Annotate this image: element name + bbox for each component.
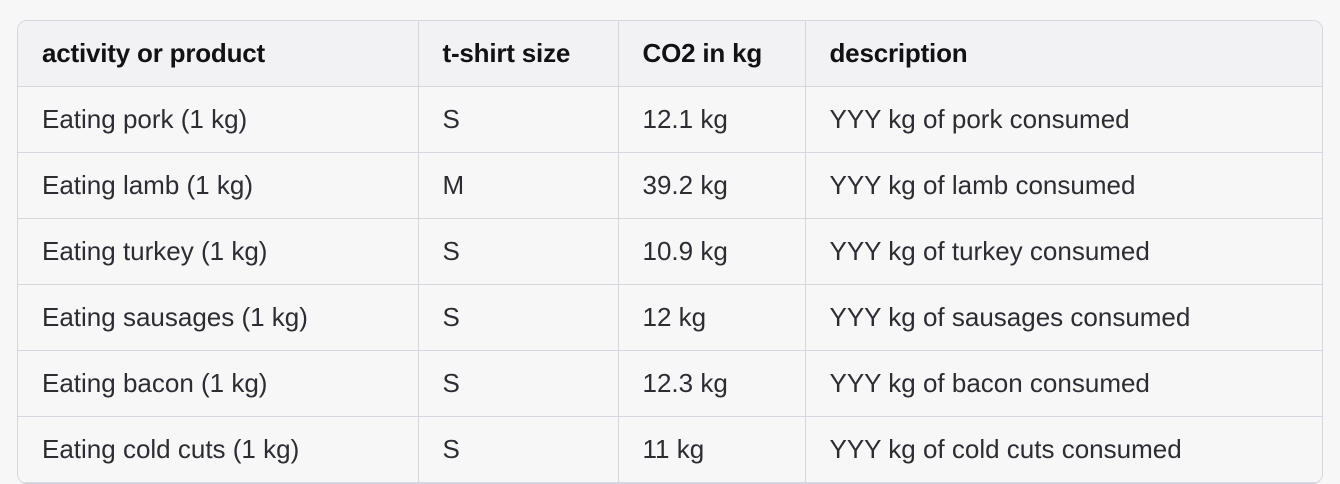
column-header-activity: activity or product xyxy=(18,21,419,87)
cell-description: YYY kg of bacon consumed xyxy=(805,350,1322,417)
table-row: Eating sausages (1 kg) S 12 kg YYY kg of… xyxy=(18,284,1322,351)
cell-description: YYY kg of cold cuts consumed xyxy=(805,416,1322,483)
cell-activity: Eating bacon (1 kg) xyxy=(18,350,419,417)
cell-description: YYY kg of turkey consumed xyxy=(805,218,1322,285)
cell-tshirt-size: S xyxy=(418,86,619,153)
cell-co2: 11 kg xyxy=(618,416,806,483)
table-header: activity or product t-shirt size CO2 in … xyxy=(18,21,1322,87)
cell-tshirt-size: M xyxy=(418,152,619,219)
cell-activity: Eating lamb (1 kg) xyxy=(18,152,419,219)
cell-activity: Eating pork (1 kg) xyxy=(18,86,419,153)
cell-co2: 12 kg xyxy=(618,284,806,351)
cell-tshirt-size: S xyxy=(418,218,619,285)
co2-table: activity or product t-shirt size CO2 in … xyxy=(18,21,1322,483)
table-row: Eating bacon (1 kg) S 12.3 kg YYY kg of … xyxy=(18,350,1322,417)
table-row: Eating turkey (1 kg) S 10.9 kg YYY kg of… xyxy=(18,218,1322,285)
column-header-description: description xyxy=(805,21,1322,87)
table-row: Eating cold cuts (1 kg) S 11 kg YYY kg o… xyxy=(18,416,1322,483)
cell-description: YYY kg of lamb consumed xyxy=(805,152,1322,219)
cell-description: YYY kg of pork consumed xyxy=(805,86,1322,153)
cell-activity: Eating turkey (1 kg) xyxy=(18,218,419,285)
table-row: Eating lamb (1 kg) M 39.2 kg YYY kg of l… xyxy=(18,152,1322,219)
co2-table-container: activity or product t-shirt size CO2 in … xyxy=(17,20,1323,484)
table-body: Eating pork (1 kg) S 12.1 kg YYY kg of p… xyxy=(18,86,1322,483)
cell-tshirt-size: S xyxy=(418,416,619,483)
cell-description: YYY kg of sausages consumed xyxy=(805,284,1322,351)
cell-activity: Eating sausages (1 kg) xyxy=(18,284,419,351)
column-header-co2: CO2 in kg xyxy=(618,21,806,87)
cell-activity: Eating cold cuts (1 kg) xyxy=(18,416,419,483)
cell-tshirt-size: S xyxy=(418,350,619,417)
cell-tshirt-size: S xyxy=(418,284,619,351)
cell-co2: 39.2 kg xyxy=(618,152,806,219)
column-header-tshirt-size: t-shirt size xyxy=(418,21,619,87)
cell-co2: 10.9 kg xyxy=(618,218,806,285)
table-row: Eating pork (1 kg) S 12.1 kg YYY kg of p… xyxy=(18,86,1322,153)
cell-co2: 12.3 kg xyxy=(618,350,806,417)
cell-co2: 12.1 kg xyxy=(618,86,806,153)
header-row: activity or product t-shirt size CO2 in … xyxy=(18,21,1322,87)
